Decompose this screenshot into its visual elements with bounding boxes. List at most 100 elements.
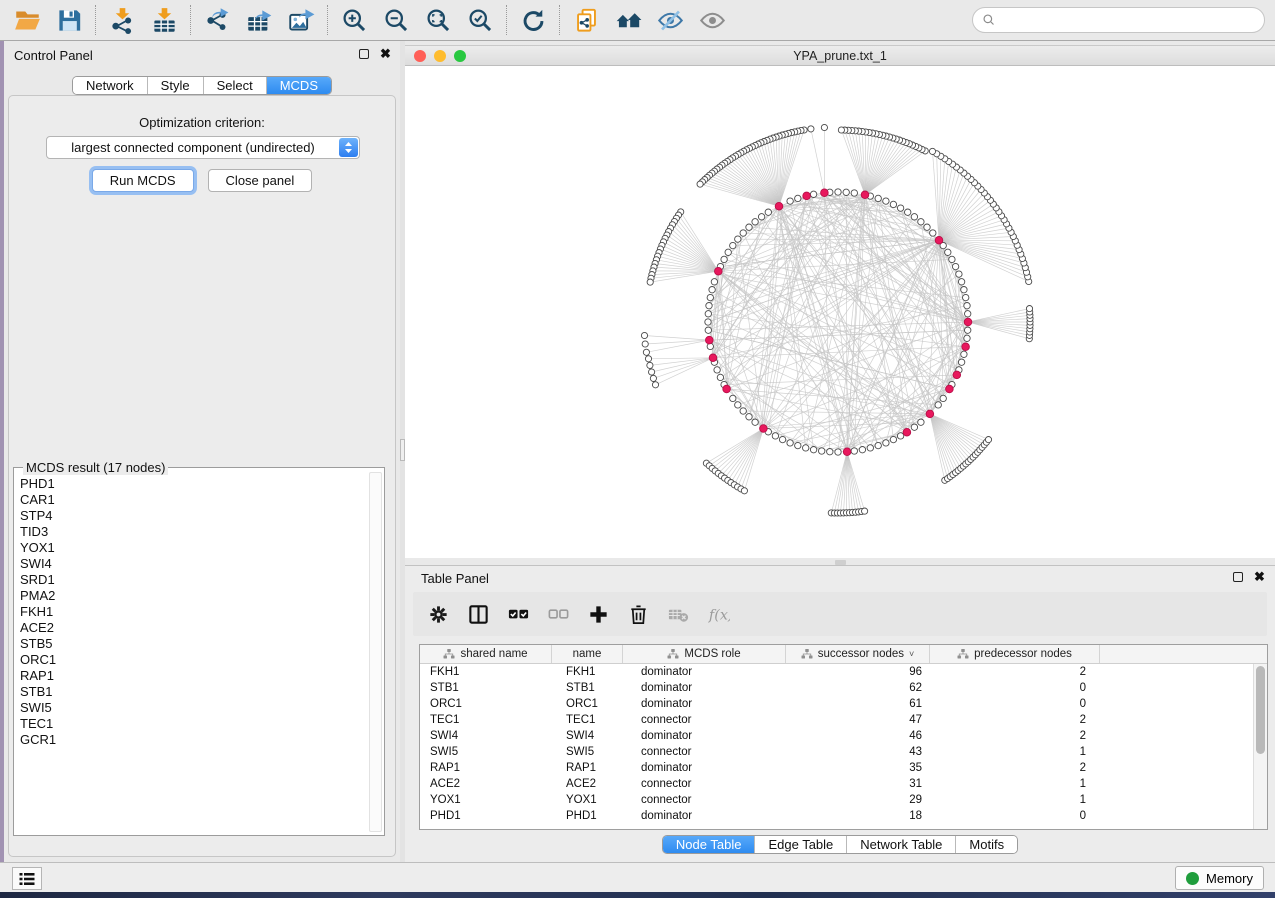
ring-node[interactable] [721, 256, 727, 262]
ring-node[interactable] [758, 214, 764, 220]
copy-network-button[interactable] [565, 3, 607, 37]
ring-node[interactable] [883, 440, 889, 446]
tab-mcds[interactable]: MCDS [267, 77, 331, 94]
zoom-in-button[interactable] [333, 3, 375, 37]
ring-node[interactable] [963, 294, 969, 300]
mcds-hub-node[interactable] [843, 448, 851, 456]
ring-node[interactable] [795, 195, 801, 201]
ring-node[interactable] [706, 303, 712, 309]
table-row[interactable]: FKH1FKH1dominator962 [420, 664, 1253, 680]
ring-node[interactable] [965, 311, 971, 317]
ring-node[interactable] [859, 447, 865, 453]
mcds-hub-node[interactable] [709, 354, 717, 362]
ring-node[interactable] [935, 402, 941, 408]
ring-node[interactable] [918, 219, 924, 225]
column-header-predecessor-nodes[interactable]: predecessor nodes [930, 645, 1100, 663]
ring-node[interactable] [851, 448, 857, 454]
task-history-button[interactable] [12, 867, 42, 890]
tab-node-table[interactable]: Node Table [663, 836, 756, 853]
tab-edge-table[interactable]: Edge Table [755, 836, 847, 853]
leaf-node[interactable] [643, 349, 649, 355]
leaf-node[interactable] [862, 508, 868, 514]
ring-node[interactable] [819, 448, 825, 454]
tab-network-table[interactable]: Network Table [847, 836, 956, 853]
mcds-hub-node[interactable] [715, 267, 723, 275]
ring-node[interactable] [735, 236, 741, 242]
ring-node[interactable] [952, 263, 958, 269]
mcds-hub-node[interactable] [861, 191, 869, 199]
leaf-node[interactable] [647, 362, 653, 368]
close-table-panel-icon[interactable]: ✖ [1253, 570, 1266, 583]
leaf-node[interactable] [821, 124, 827, 130]
tab-motifs[interactable]: Motifs [956, 836, 1017, 853]
mcds-hub-node[interactable] [903, 428, 911, 436]
ring-node[interactable] [964, 303, 970, 309]
mcds-hub-node[interactable] [803, 192, 811, 200]
ring-node[interactable] [772, 433, 778, 439]
ring-node[interactable] [827, 449, 833, 455]
mcds-hub-node[interactable] [953, 371, 961, 379]
float-table-panel-icon[interactable] [1231, 570, 1244, 583]
save-session-button[interactable] [48, 3, 90, 37]
ring-node[interactable] [883, 198, 889, 204]
ring-node[interactable] [918, 419, 924, 425]
ring-node[interactable] [897, 205, 903, 211]
tab-select[interactable]: Select [204, 77, 267, 94]
refresh-button[interactable] [512, 3, 554, 37]
run-mcds-button[interactable]: Run MCDS [92, 169, 194, 192]
ring-node[interactable] [961, 287, 967, 293]
table-row[interactable]: SWI4SWI4dominator462 [420, 728, 1253, 744]
mcds-hub-node[interactable] [723, 385, 731, 393]
import-table-button[interactable] [143, 3, 185, 37]
ring-node[interactable] [705, 311, 711, 317]
mcds-hub-node[interactable] [760, 425, 768, 433]
ring-node[interactable] [961, 351, 967, 357]
ring-node[interactable] [890, 436, 896, 442]
table-scrollbar-thumb[interactable] [1256, 666, 1265, 754]
ring-node[interactable] [735, 402, 741, 408]
delete-column-button[interactable] [623, 598, 653, 630]
show-columns-button[interactable] [463, 598, 493, 630]
ring-node[interactable] [717, 374, 723, 380]
ring-node[interactable] [949, 256, 955, 262]
ring-node[interactable] [965, 327, 971, 333]
ring-node[interactable] [940, 395, 946, 401]
mcds-hub-node[interactable] [706, 336, 714, 344]
ring-node[interactable] [867, 445, 873, 451]
ring-node[interactable] [740, 408, 746, 414]
ring-node[interactable] [740, 230, 746, 236]
leaf-node[interactable] [838, 127, 844, 133]
ring-node[interactable] [875, 195, 881, 201]
ring-node[interactable] [958, 279, 964, 285]
mcds-hub-node[interactable] [926, 410, 934, 418]
zoom-out-button[interactable] [375, 3, 417, 37]
ring-node[interactable] [945, 249, 951, 255]
leaf-node[interactable] [642, 341, 648, 347]
ring-node[interactable] [765, 209, 771, 215]
ring-node[interactable] [930, 230, 936, 236]
export-network-button[interactable] [196, 3, 238, 37]
mcds-hub-node[interactable] [775, 202, 783, 210]
create-column-button[interactable] [583, 598, 613, 630]
table-row[interactable]: ORC1ORC1dominator610 [420, 696, 1253, 712]
open-file-button[interactable] [6, 3, 48, 37]
mcds-hub-node[interactable] [964, 318, 972, 326]
ring-node[interactable] [897, 433, 903, 439]
table-scrollbar[interactable] [1253, 664, 1267, 829]
houses-button[interactable] [607, 3, 649, 37]
column-header-MCDS-role[interactable]: MCDS role [623, 645, 786, 663]
mcds-hub-node[interactable] [935, 236, 943, 244]
ring-node[interactable] [890, 201, 896, 207]
table-row[interactable]: PHD1PHD1dominator180 [420, 808, 1253, 824]
leaf-node[interactable] [645, 356, 651, 362]
ring-node[interactable] [714, 367, 720, 373]
leaf-node[interactable] [697, 181, 703, 187]
ring-node[interactable] [709, 287, 715, 293]
zoom-fit-button[interactable] [417, 3, 459, 37]
table-row[interactable]: YOX1YOX1connector291 [420, 792, 1253, 808]
mcds-result-list[interactable]: PHD1CAR1STP4TID3YOX1SWI4SRD1PMA2FKH1ACE2… [20, 476, 366, 831]
float-panel-icon[interactable] [357, 47, 370, 60]
ring-node[interactable] [705, 327, 711, 333]
ring-node[interactable] [911, 214, 917, 220]
leaf-node[interactable] [647, 279, 653, 285]
